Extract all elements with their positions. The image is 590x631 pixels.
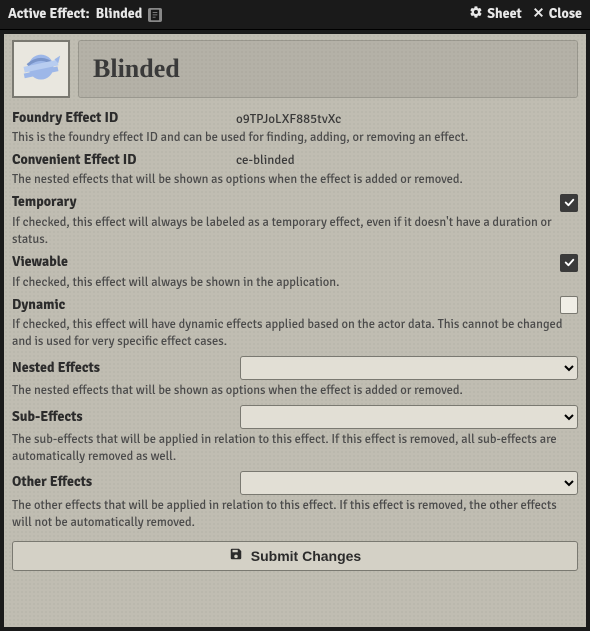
active-effect-config-window: Active Effect: Blinded Sheet Close <box>0 0 590 631</box>
effect-name-box: Blinded <box>78 40 578 98</box>
other-effects-hint: The other effects that will be applied i… <box>12 497 578 531</box>
viewable-checkbox[interactable] <box>560 254 578 272</box>
submit-label: Submit Changes <box>251 548 361 564</box>
window-title-name: Blinded <box>96 6 143 23</box>
nested-effects-label: Nested Effects <box>12 360 232 377</box>
convenient-id-label: Convenient Effect ID <box>12 152 232 169</box>
gear-icon <box>469 5 483 24</box>
window-title: Active Effect: Blinded <box>8 6 469 23</box>
window-body: Blinded Foundry Effect ID o9TPJoLXF885tv… <box>0 30 590 631</box>
nested-effects-hint: The nested effects that will be shown as… <box>12 382 578 399</box>
document-id-icon[interactable] <box>148 8 162 22</box>
temporary-hint: If checked, this effect will always be l… <box>12 214 578 248</box>
foundry-id-label: Foundry Effect ID <box>12 110 232 127</box>
other-effects-select[interactable] <box>240 471 578 495</box>
effect-name: Blinded <box>93 54 180 84</box>
close-icon <box>532 6 545 24</box>
foundry-id-value: o9TPJoLXF885tvXc <box>232 111 578 127</box>
window-titlebar: Active Effect: Blinded Sheet Close <box>0 0 590 30</box>
temporary-label: Temporary <box>12 194 560 211</box>
nested-effects-select[interactable] <box>240 356 578 380</box>
close-label: Close <box>549 6 582 23</box>
submit-button[interactable]: Submit Changes <box>12 541 578 571</box>
sheet-config-label: Sheet <box>487 6 522 23</box>
check-icon <box>563 256 576 269</box>
convenient-id-hint: The nested effects that will be shown as… <box>12 171 578 188</box>
foundry-id-hint: This is the foundry effect ID and can be… <box>12 129 578 146</box>
close-button[interactable]: Close <box>532 6 582 24</box>
viewable-hint: If checked, this effect will always be s… <box>12 274 578 291</box>
sheet-config-button[interactable]: Sheet <box>469 5 522 24</box>
sub-effects-label: Sub-Effects <box>12 409 232 426</box>
dynamic-label: Dynamic <box>12 297 560 314</box>
dynamic-hint: If checked, this effect will have dynami… <box>12 316 578 350</box>
blinded-icon <box>18 45 64 93</box>
check-icon <box>563 196 576 209</box>
sub-effects-select[interactable] <box>240 405 578 429</box>
viewable-label: Viewable <box>12 254 560 271</box>
convenient-id-value: ce-blinded <box>232 152 578 168</box>
dynamic-checkbox[interactable] <box>560 296 578 314</box>
window-title-prefix: Active Effect: <box>8 6 90 23</box>
other-effects-label: Other Effects <box>12 474 232 491</box>
effect-icon[interactable] <box>12 40 70 98</box>
temporary-checkbox[interactable] <box>560 194 578 212</box>
sub-effects-hint: The sub-effects that will be applied in … <box>12 431 578 465</box>
save-icon <box>229 547 243 564</box>
